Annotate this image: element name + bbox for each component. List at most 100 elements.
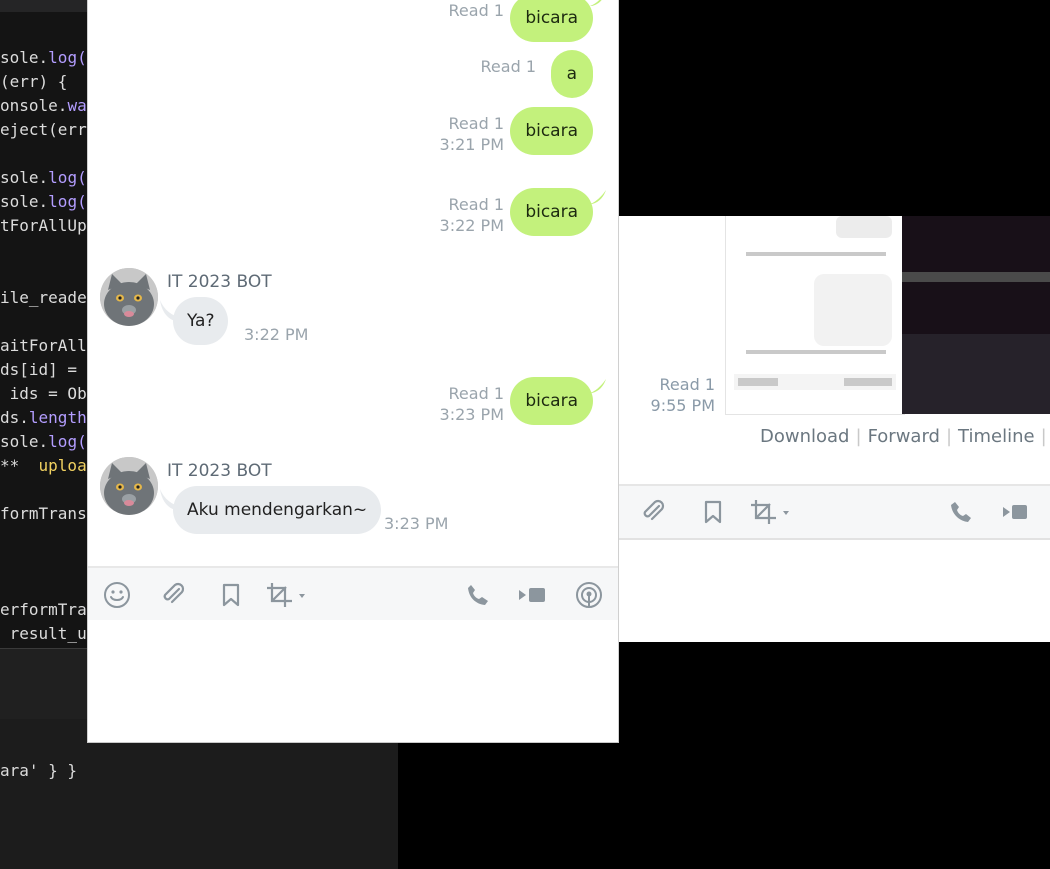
code-token: ile_reade (0, 288, 87, 307)
read-status: Read 1 9:55 PM (617, 374, 715, 416)
code-token: sole. (0, 432, 49, 451)
read-label: Read 1 (448, 1, 504, 20)
read-label: Read 1 (448, 384, 504, 403)
code-token: ** (0, 456, 39, 475)
code-line: tForAllUp (0, 216, 87, 236)
outgoing-message-bubble[interactable]: bicara (510, 188, 593, 236)
phone-icon[interactable] (463, 580, 493, 610)
code-token: formTrans (0, 504, 87, 523)
code-token: sole. (0, 192, 49, 211)
incoming-message-bubble[interactable]: Ya? (173, 297, 229, 345)
code-line: ds[id] = (0, 360, 77, 380)
code-token: log( (48, 48, 87, 67)
message-toolbar (88, 566, 618, 622)
code-token: uploa (38, 456, 87, 475)
read-time: 9:55 PM (650, 396, 715, 415)
code-line: sole.log( (0, 48, 87, 68)
bubble-tail (590, 379, 606, 393)
code-token: log( (48, 192, 87, 211)
broadcast-icon[interactable] (574, 580, 604, 610)
attachment-icon[interactable] (158, 580, 188, 610)
read-label: Read 1 (480, 57, 536, 76)
shared-image-thumbnail[interactable] (725, 216, 905, 415)
message-meta: Read 1 3:22 PM (440, 194, 504, 236)
preview-panel (902, 334, 1050, 414)
message-input[interactable] (88, 620, 618, 741)
time-label: 3:23 PM (384, 514, 449, 533)
outgoing-message-bubble[interactable]: bicara (510, 107, 593, 155)
code-line: eject(err (0, 120, 87, 140)
code-line: erformTra (0, 600, 87, 620)
phone-icon[interactable] (947, 498, 975, 526)
preview-strip (902, 272, 1050, 282)
crop-icon[interactable] (264, 580, 310, 610)
read-label: Read 1 (448, 195, 504, 214)
download-link[interactable]: Download (760, 426, 849, 447)
time-label: 3:23 PM (439, 405, 504, 424)
chat-window: Read 1 bicara Read 1 a Read 1 3:21 PM bi… (87, 0, 619, 743)
background-chat-window: Read 1 9:55 PM Download | Forward | Timeline… (617, 216, 1050, 642)
timeline-link[interactable]: Timeline (958, 426, 1035, 447)
outgoing-message-bubble[interactable]: bicara (510, 377, 593, 425)
code-line: ile_reade (0, 288, 87, 308)
bookmark-icon[interactable] (699, 498, 727, 526)
code-line: onsole.wa (0, 96, 87, 116)
code-token: sole. (0, 48, 49, 67)
code-line: aitForAll (0, 336, 87, 356)
code-line: sole.log( (0, 168, 87, 188)
message-meta: Read 1 (449, 0, 504, 21)
code-token: (err) { (0, 72, 68, 91)
bubble-tail (590, 0, 602, 6)
code-token: sole. (0, 168, 49, 187)
code-line: result_u (0, 624, 87, 644)
code-token: eject(err (0, 120, 87, 139)
avatar[interactable] (100, 268, 158, 326)
background-chat-toolbar (617, 484, 1050, 540)
incoming-message-bubble[interactable]: Aku mendengarkan~ (173, 486, 382, 534)
message-meta: Read 1 3:21 PM (440, 113, 504, 155)
code-token: ds. (0, 408, 29, 427)
message-actions: Download|Forward|Timeline|Ke (760, 426, 1047, 447)
video-icon[interactable] (517, 580, 547, 610)
code-line: formTrans (0, 504, 87, 524)
video-icon[interactable] (1001, 498, 1029, 526)
code-token: aitForAll (0, 336, 87, 355)
cat-avatar-icon (100, 268, 158, 326)
outgoing-message-bubble[interactable]: a (550, 50, 593, 98)
message-meta: Read 1 3:23 PM (440, 383, 504, 425)
code-token: tForAllUp (0, 216, 87, 235)
time-label: 3:21 PM (439, 135, 504, 154)
code-line: ids = Ob (0, 384, 87, 404)
avatar[interactable] (100, 457, 158, 515)
terminal-output-line: ara' } } (0, 761, 78, 780)
cat-avatar-icon (100, 457, 158, 515)
sender-name: IT 2023 BOT (167, 461, 272, 481)
bubble-tail (590, 190, 606, 204)
code-token: result_u (0, 624, 87, 643)
attachment-icon[interactable] (639, 498, 667, 526)
code-token: wa (67, 96, 87, 115)
emoji-icon[interactable] (102, 580, 132, 610)
time-label: 3:22 PM (439, 216, 504, 235)
crop-icon[interactable] (749, 498, 793, 526)
code-line: (err) { (0, 72, 67, 92)
code-token: ids = Ob (0, 384, 87, 403)
code-token: log( (48, 168, 87, 187)
read-label: Read 1 (659, 375, 715, 394)
code-line: sole.log( (0, 432, 87, 452)
code-line: ds.length (0, 408, 87, 428)
message-meta: Read 1 (481, 56, 536, 77)
bookmark-icon[interactable] (216, 580, 246, 610)
outgoing-message-bubble[interactable]: bicara (510, 0, 593, 42)
time-label: 3:22 PM (244, 325, 309, 344)
code-line: ** uploa (0, 456, 87, 476)
code-token: length (28, 408, 87, 427)
code-line: sole.log( (0, 192, 87, 212)
read-label: Read 1 (448, 114, 504, 133)
forward-link[interactable]: Forward (868, 426, 940, 447)
sender-name: IT 2023 BOT (167, 272, 272, 292)
code-token: log( (48, 432, 87, 451)
code-token: ds[id] = (0, 360, 78, 379)
code-token: onsole. (0, 96, 68, 115)
code-token: erformTra (0, 600, 87, 619)
